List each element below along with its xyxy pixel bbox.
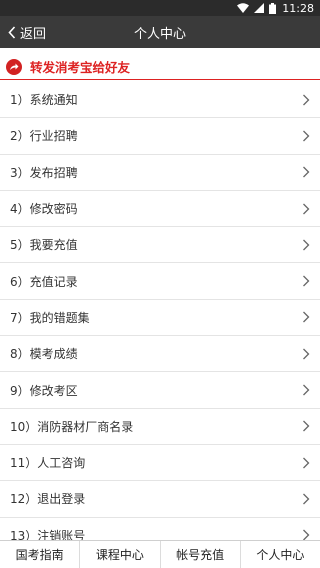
share-arrow-icon <box>6 58 22 75</box>
menu-item-mock-scores[interactable]: 8）模考成绩 <box>0 336 320 373</box>
menu-item-label: 11）人工咨询 <box>10 456 86 471</box>
chevron-left-icon <box>8 25 20 39</box>
bottom-tab-bar: 国考指南 课程中心 帐号充值 个人中心 <box>0 540 320 568</box>
menu-item-label: 2）行业招聘 <box>10 129 78 144</box>
chevron-right-icon <box>302 130 310 142</box>
menu-item-equipment-vendors[interactable]: 10）消防器材厂商名录 <box>0 408 320 445</box>
share-button[interactable]: 转发消考宝给好友 <box>0 54 320 80</box>
tab-course-center[interactable]: 课程中心 <box>80 541 161 568</box>
chevron-right-icon <box>302 384 310 396</box>
menu-item-label: 8）模考成绩 <box>10 347 78 362</box>
menu-item-change-exam-area[interactable]: 9）修改考区 <box>0 372 320 409</box>
tab-personal-center[interactable]: 个人中心 <box>241 541 320 568</box>
menu-item-label: 10）消防器材厂商名录 <box>10 419 134 434</box>
menu-item-label: 4）修改密码 <box>10 202 78 217</box>
menu-item-recharge-records[interactable]: 6）充值记录 <box>0 263 320 300</box>
menu-item-logout[interactable]: 12）退出登录 <box>0 481 320 518</box>
chevron-right-icon <box>302 420 310 432</box>
chevron-right-icon <box>302 457 310 469</box>
tab-exam-guide[interactable]: 国考指南 <box>0 541 81 568</box>
battery-icon <box>269 2 277 14</box>
menu-item-system-notice[interactable]: 1）系统通知 <box>0 82 320 119</box>
menu-item-post-job[interactable]: 3）发布招聘 <box>0 154 320 191</box>
title-bar: 返回 个人中心 <box>0 16 320 48</box>
menu-item-industry-jobs[interactable]: 2）行业招聘 <box>0 118 320 155</box>
menu-item-wrong-questions[interactable]: 7）我的错题集 <box>0 299 320 337</box>
chevron-right-icon <box>302 311 310 323</box>
share-label: 转发消考宝给好友 <box>30 60 131 75</box>
status-time: 11:28 <box>282 1 314 15</box>
menu-item-label: 12）退出登录 <box>10 492 86 507</box>
menu-item-recharge[interactable]: 5）我要充值 <box>0 227 320 264</box>
back-label: 返回 <box>20 26 47 42</box>
chevron-right-icon <box>302 239 310 251</box>
menu-item-human-consult[interactable]: 11）人工咨询 <box>0 444 320 482</box>
menu-list: 1）系统通知 2）行业招聘 3）发布招聘 4）修改密码 5）我要充值 6）充值记… <box>0 82 320 554</box>
chevron-right-icon <box>302 275 310 287</box>
chevron-right-icon <box>302 94 310 106</box>
page-title: 个人中心 <box>133 26 186 42</box>
menu-item-label: 5）我要充值 <box>10 238 78 253</box>
chevron-right-icon <box>302 203 310 215</box>
menu-item-label: 1）系统通知 <box>10 93 78 108</box>
menu-item-label: 3）发布招聘 <box>10 165 78 180</box>
menu-item-label: 7）我的错题集 <box>10 310 90 325</box>
status-bar: 11:28 <box>0 0 320 16</box>
menu-item-label: 9）修改考区 <box>10 383 78 398</box>
wifi-icon <box>237 3 250 13</box>
signal-icon <box>254 3 265 13</box>
menu-item-change-password[interactable]: 4）修改密码 <box>0 190 320 228</box>
chevron-right-icon <box>302 493 310 505</box>
menu-item-label: 6）充值记录 <box>10 274 78 289</box>
tab-account-recharge[interactable]: 帐号充值 <box>161 541 241 568</box>
chevron-right-icon <box>302 348 310 360</box>
back-button[interactable]: 返回 <box>8 16 46 48</box>
chevron-right-icon <box>302 166 310 178</box>
